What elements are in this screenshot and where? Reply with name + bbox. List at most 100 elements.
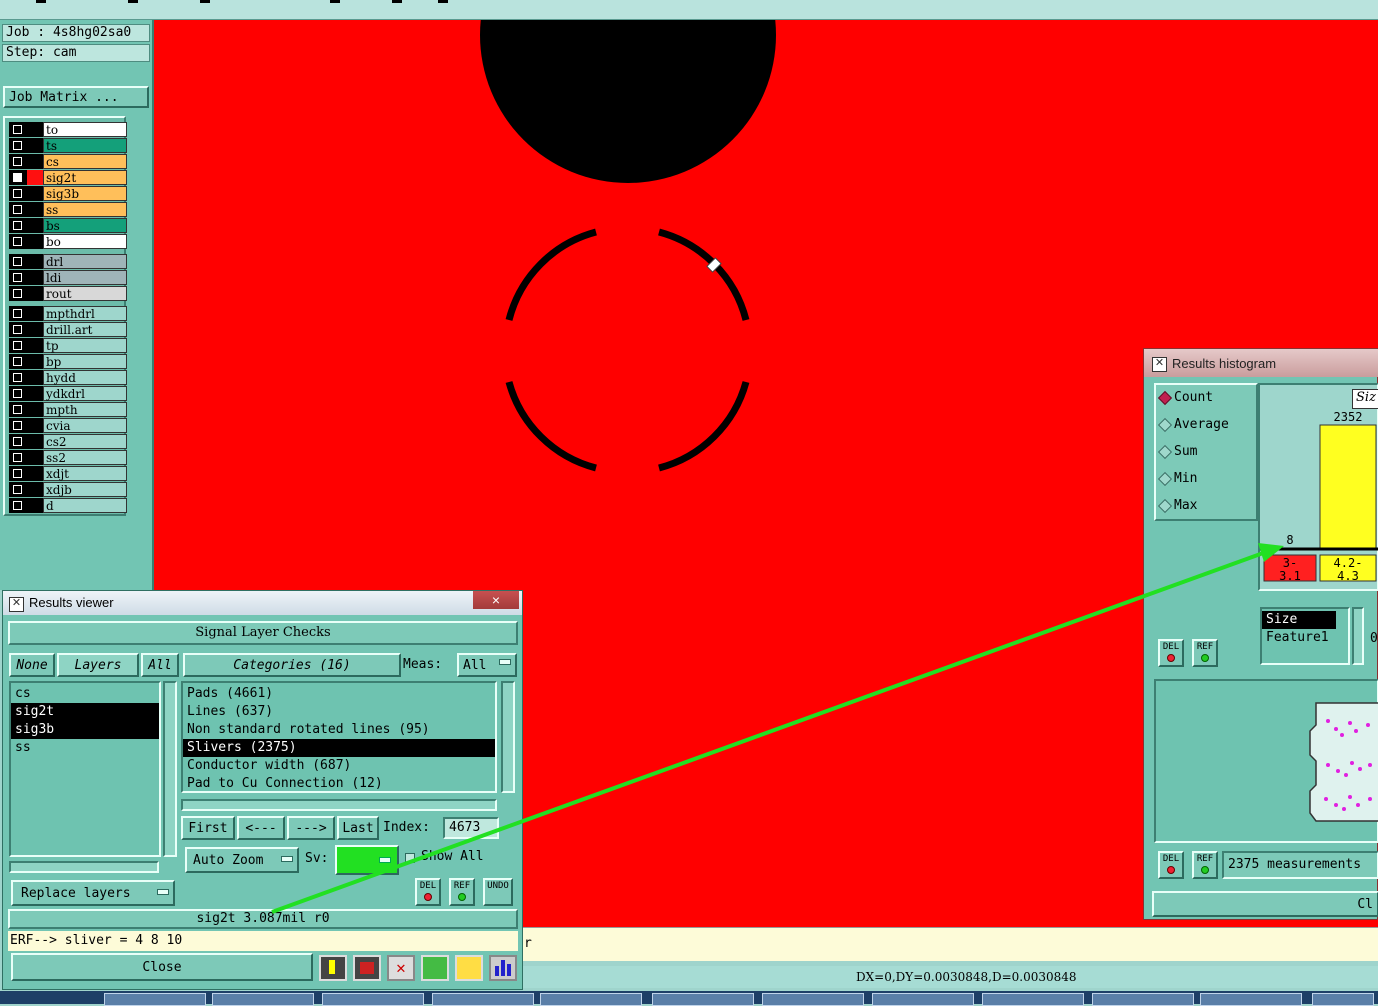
mode-radio-sum[interactable]: Sum xyxy=(1157,443,1197,461)
layer-row-mpth[interactable]: mpth xyxy=(9,402,127,417)
prev-button[interactable]: <--- xyxy=(237,816,285,840)
layer-checkbox[interactable] xyxy=(9,234,27,249)
close-window-icon[interactable]: × xyxy=(473,591,519,609)
layer-checkbox[interactable] xyxy=(9,482,27,497)
layer-name[interactable]: mpthdrl xyxy=(43,306,127,321)
layer-color-swatch[interactable] xyxy=(27,370,43,385)
list-item[interactable]: Non standard rotated lines (95) xyxy=(183,721,495,739)
hist-close-button[interactable]: Cl xyxy=(1152,891,1378,917)
layer-color-swatch[interactable] xyxy=(27,286,43,301)
layer-name[interactable]: cs xyxy=(43,154,127,169)
job-matrix-button[interactable]: Job Matrix ... xyxy=(3,86,149,108)
none-button[interactable]: None xyxy=(9,653,55,677)
toolbar-icon-1[interactable] xyxy=(319,955,347,981)
layer-row-drl[interactable]: drl xyxy=(9,254,127,269)
mode-radio-min[interactable]: Min xyxy=(1157,470,1197,488)
layer-row-xdjt[interactable]: xdjt xyxy=(9,466,127,481)
layer-row-ydkdrl[interactable]: ydkdrl xyxy=(9,386,127,401)
layer-name[interactable]: sig3b xyxy=(43,186,127,201)
category-list-hscrollbar[interactable] xyxy=(181,799,497,811)
layer-name[interactable]: ldi xyxy=(43,270,127,285)
close-button[interactable]: Close xyxy=(11,953,313,981)
layer-color-swatch[interactable] xyxy=(27,434,43,449)
layer-row-mpthdrl[interactable]: mpthdrl xyxy=(9,306,127,321)
layer-name[interactable]: hydd xyxy=(43,370,127,385)
layer-checkbox[interactable] xyxy=(9,370,27,385)
layer-color-swatch[interactable] xyxy=(27,482,43,497)
layer-row-ss[interactable]: ss xyxy=(9,202,127,217)
layer-name[interactable]: rout xyxy=(43,286,127,301)
layer-color-swatch[interactable] xyxy=(27,466,43,481)
layer-checkbox[interactable] xyxy=(9,386,27,401)
meas-dropdown[interactable]: All xyxy=(457,653,517,677)
layer-row-hydd[interactable]: hydd xyxy=(9,370,127,385)
list-item[interactable]: Conductor width (687) xyxy=(183,757,495,775)
layer-name[interactable]: tp xyxy=(43,338,127,353)
layer-color-swatch[interactable] xyxy=(27,338,43,353)
layer-name[interactable]: drill.art xyxy=(43,322,127,337)
replace-layers-dropdown[interactable]: Replace layers xyxy=(11,880,175,906)
toolbar-icon-4[interactable] xyxy=(421,955,449,981)
layer-row-to[interactable]: to xyxy=(9,122,127,137)
histogram-bar[interactable] xyxy=(1319,424,1377,550)
layer-row-xdjb[interactable]: xdjb xyxy=(9,482,127,497)
layer-name[interactable]: cvia xyxy=(43,418,127,433)
layer-row-bo[interactable]: bo xyxy=(9,234,127,249)
layer-checkbox[interactable] xyxy=(9,254,27,269)
layer-checkbox[interactable] xyxy=(9,434,27,449)
layer-row-bs[interactable]: bs xyxy=(9,218,127,233)
layer-checkbox[interactable] xyxy=(9,122,27,137)
list-item[interactable]: Pads (4661) xyxy=(183,685,495,703)
layer-name[interactable]: ts xyxy=(43,138,127,153)
layer-checkbox[interactable] xyxy=(9,286,27,301)
list-item[interactable]: Feature1 xyxy=(1262,629,1348,647)
layer-checkbox[interactable] xyxy=(9,306,27,321)
toolbar-icon-6[interactable] xyxy=(489,955,517,981)
category-list[interactable]: Pads (4661) Lines (637) Non standard rotat… xyxy=(181,681,497,793)
layer-checkbox[interactable] xyxy=(9,138,27,153)
layer-color-swatch[interactable] xyxy=(27,354,43,369)
layer-color-swatch[interactable] xyxy=(27,402,43,417)
layer-name[interactable]: drl xyxy=(43,254,127,269)
layer-row-drill-art[interactable]: drill.art xyxy=(9,322,127,337)
layer-name[interactable]: ss xyxy=(43,202,127,217)
hist-del-button[interactable]: DEL xyxy=(1158,639,1184,667)
layer-color-swatch[interactable] xyxy=(27,234,43,249)
layer-name[interactable]: ydkdrl xyxy=(43,386,127,401)
del-button[interactable]: DEL xyxy=(415,878,441,906)
index-field[interactable]: 4673 xyxy=(443,817,499,839)
layer-row-bp[interactable]: bp xyxy=(9,354,127,369)
layer-name[interactable]: mpth xyxy=(43,402,127,417)
layer-checkbox[interactable] xyxy=(9,186,27,201)
layer-checkbox[interactable] xyxy=(9,202,27,217)
layer-row-ldi[interactable]: ldi xyxy=(9,270,127,285)
layer-color-swatch[interactable] xyxy=(27,270,43,285)
list-item[interactable]: Size xyxy=(1262,611,1336,629)
layer-row-cs[interactable]: cs xyxy=(9,154,127,169)
histogram-attribute-list[interactable]: Size Feature1 xyxy=(1260,607,1350,665)
layer-checkbox[interactable] xyxy=(9,270,27,285)
layer-list-hscrollbar[interactable] xyxy=(9,861,159,873)
list-item[interactable]: cs xyxy=(11,685,159,703)
layer-color-swatch[interactable] xyxy=(27,306,43,321)
preview-del-button[interactable]: DEL xyxy=(1158,851,1184,879)
layer-checkbox[interactable] xyxy=(9,418,27,433)
board-preview[interactable] xyxy=(1154,679,1378,843)
layer-checkbox[interactable] xyxy=(9,322,27,337)
list-item[interactable]: sig3b xyxy=(11,721,159,739)
toolbar-icon-2[interactable] xyxy=(353,955,381,981)
layer-name[interactable]: bs xyxy=(43,218,127,233)
histogram-titlebar[interactable]: ✕ Results histogram xyxy=(1144,349,1378,377)
layer-row-rout[interactable]: rout xyxy=(9,286,127,301)
layer-color-swatch[interactable] xyxy=(27,202,43,217)
layer-name[interactable]: xdjt xyxy=(43,466,127,481)
layer-list-scrollbar[interactable] xyxy=(163,681,177,857)
layer-name[interactable]: d xyxy=(43,498,127,513)
layer-row-ss2[interactable]: ss2 xyxy=(9,450,127,465)
layer-row-cvia[interactable]: cvia xyxy=(9,418,127,433)
layer-checkbox[interactable] xyxy=(9,402,27,417)
layer-checkbox[interactable] xyxy=(9,170,27,185)
category-list-scrollbar[interactable] xyxy=(501,681,515,793)
layers-tab[interactable]: Layers xyxy=(57,653,139,677)
list-item[interactable]: ss xyxy=(11,739,159,757)
